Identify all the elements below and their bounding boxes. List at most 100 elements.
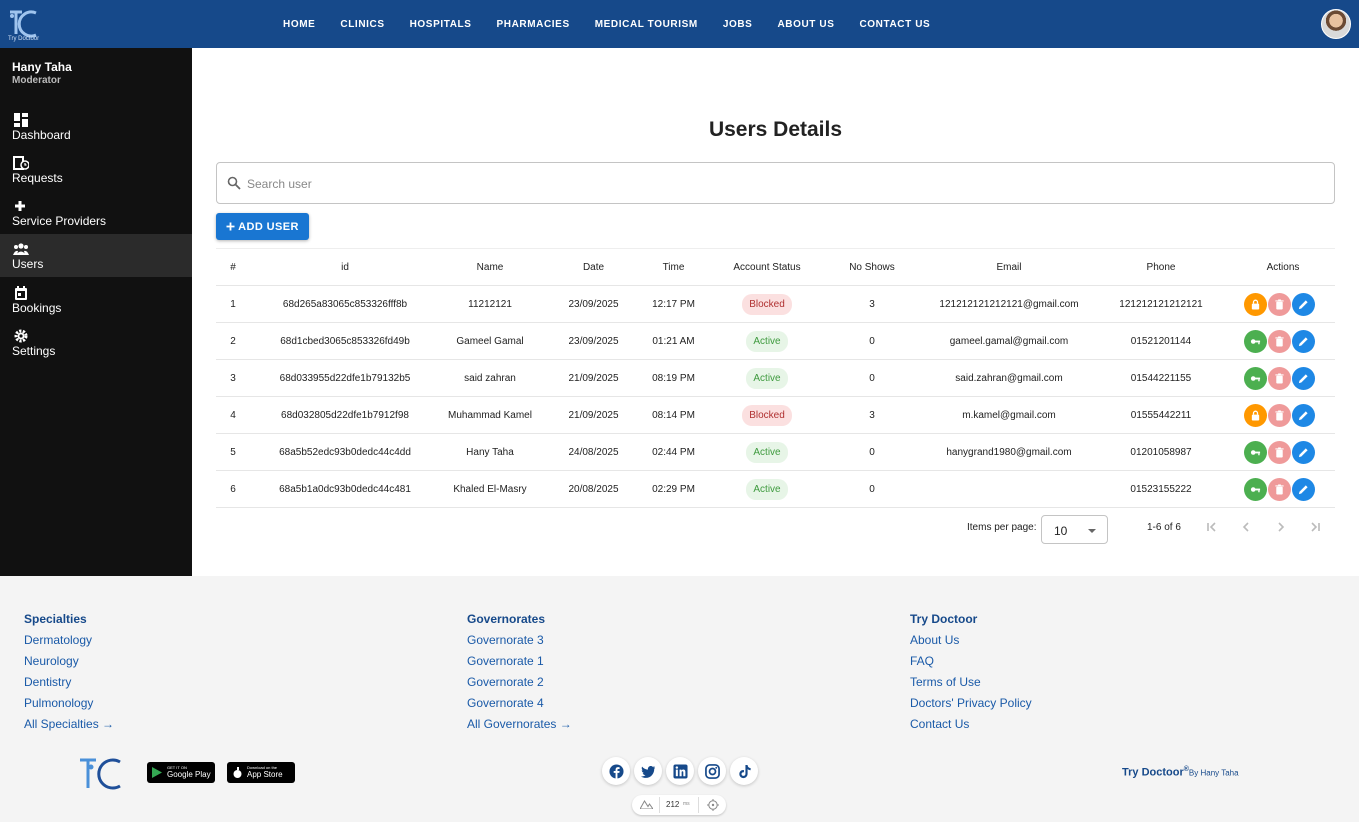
footer-link[interactable]: Governorate 3 <box>467 633 572 647</box>
block-user-button[interactable] <box>1244 367 1267 390</box>
cell-no-shows: 3 <box>869 299 875 310</box>
footer-link[interactable]: Contact Us <box>910 717 1032 731</box>
footer: Specialties Dermatology Neurology Dentis… <box>0 576 1359 822</box>
sidebar-user-role: Moderator <box>12 75 61 86</box>
footer-link[interactable]: Pulmonology <box>24 696 114 710</box>
delete-user-button[interactable] <box>1268 441 1291 464</box>
cell-email: hanygrand1980@gmail.com <box>946 447 1072 458</box>
block-user-button[interactable] <box>1244 441 1267 464</box>
footer-link[interactable]: Doctors' Privacy Policy <box>910 696 1032 710</box>
status-badge: Active <box>746 331 788 352</box>
cell-date: 23/09/2025 <box>568 336 619 347</box>
nav-about-us[interactable]: ABOUT US <box>777 19 834 30</box>
unblock-user-button[interactable] <box>1244 404 1267 427</box>
avatar[interactable] <box>1321 9 1351 39</box>
cell-phone: 01201058987 <box>1130 447 1192 458</box>
sidebar-item-dashboard[interactable]: Dashboard <box>0 105 192 148</box>
cell-date: 21/09/2025 <box>568 410 619 421</box>
sidebar-item-service-providers[interactable]: Service Providers <box>0 191 192 234</box>
sidebar-item-settings[interactable]: Settings <box>0 321 192 364</box>
twitter-link[interactable] <box>634 757 662 785</box>
add-user-label: ADD USER <box>238 220 299 233</box>
sidebar-item-users[interactable]: Users <box>0 234 192 277</box>
google-play-badge[interactable]: GET IT ON Google Play <box>147 762 215 783</box>
top-navbar: Try Doctoor HOME CLINICS HOSPITALS PHARM… <box>0 0 1359 48</box>
instagram-link[interactable] <box>698 757 726 785</box>
delete-user-button[interactable] <box>1268 478 1291 501</box>
nav-medical-tourism[interactable]: MEDICAL TOURISM <box>595 19 698 30</box>
search-input[interactable] <box>247 173 1307 195</box>
nav-jobs[interactable]: JOBS <box>723 19 753 30</box>
linkedin-link[interactable] <box>666 757 694 785</box>
footer-link[interactable]: Governorate 2 <box>467 675 572 689</box>
sidebar-item-requests[interactable]: Requests <box>0 148 192 191</box>
edit-user-button[interactable] <box>1292 478 1315 501</box>
row-actions <box>1244 323 1324 360</box>
cell-id: 68d033955d22dfe1b79132b5 <box>279 373 411 384</box>
trash-icon <box>1275 447 1284 458</box>
footer-brand: Try Doctoor®By Hany Taha <box>1122 766 1239 779</box>
previous-page-icon[interactable] <box>1239 520 1253 534</box>
facebook-icon <box>608 763 624 779</box>
footer-link[interactable]: Dermatology <box>24 633 114 647</box>
items-per-page-select[interactable]: 10 <box>1041 515 1108 544</box>
google-play-big: Google Play <box>167 770 211 779</box>
trash-icon <box>1275 299 1284 310</box>
block-user-button[interactable] <box>1244 330 1267 353</box>
delete-user-button[interactable] <box>1268 404 1291 427</box>
edit-user-button[interactable] <box>1292 367 1315 390</box>
google-play-icon <box>152 767 162 778</box>
status-badge: Blocked <box>742 294 792 315</box>
cell-time: 02:29 PM <box>652 484 695 495</box>
sidebar-item-label: Service Providers <box>12 214 107 228</box>
edit-user-button[interactable] <box>1292 441 1315 464</box>
cell-phone: 121212121212121 <box>1119 299 1203 310</box>
nav-hospitals[interactable]: HOSPITALS <box>410 19 472 30</box>
footer-link-all-specialties[interactable]: All Specialties → <box>24 717 114 731</box>
cell-no-shows: 0 <box>869 336 875 347</box>
plus-icon <box>15 201 25 211</box>
cell-date: 24/08/2025 <box>568 447 619 458</box>
pencil-icon <box>1298 411 1308 421</box>
nav-clinics[interactable]: CLINICS <box>340 19 384 30</box>
footer-link[interactable]: About Us <box>910 633 1032 647</box>
devtools-badge[interactable]: 212 ms <box>632 795 726 815</box>
edit-user-button[interactable] <box>1292 293 1315 316</box>
add-user-button[interactable]: ADD USER <box>216 213 309 240</box>
devtools-unit: ms <box>683 801 690 807</box>
sidebar-item-bookings[interactable]: Bookings <box>0 278 192 321</box>
next-page-icon[interactable] <box>1274 520 1288 534</box>
footer-link[interactable]: Neurology <box>24 654 114 668</box>
lock-icon <box>1251 299 1260 310</box>
footer-link[interactable]: Terms of Use <box>910 675 1032 689</box>
delete-user-button[interactable] <box>1268 367 1291 390</box>
tiktok-link[interactable] <box>730 757 758 785</box>
unblock-user-button[interactable] <box>1244 293 1267 316</box>
block-user-button[interactable] <box>1244 478 1267 501</box>
col-header-actions: Actions <box>1266 262 1300 273</box>
sidebar-item-label: Users <box>12 257 44 271</box>
footer-link[interactable]: Governorate 4 <box>467 696 572 710</box>
page-range: 1-6 of 6 <box>1147 522 1181 533</box>
cell-phone: 01544221155 <box>1130 373 1192 384</box>
nav-contact-us[interactable]: CONTACT US <box>859 19 930 30</box>
facebook-link[interactable] <box>602 757 630 785</box>
nav-pharmacies[interactable]: PHARMACIES <box>497 19 570 30</box>
first-page-icon[interactable] <box>1205 520 1219 534</box>
footer-link[interactable]: FAQ <box>910 654 1032 668</box>
edit-user-button[interactable] <box>1292 404 1315 427</box>
table-row: 1 68d265a83065c853326fff8b 11212121 23/09/2… <box>216 286 1335 323</box>
app-store-badge[interactable]: Download on the App Store <box>227 762 295 783</box>
footer-link-all-governorates[interactable]: All Governorates → <box>467 717 572 731</box>
footer-link[interactable]: Dentistry <box>24 675 114 689</box>
cell-id: 68a5b52edc93b0dedc44c4dd <box>279 447 411 458</box>
edit-user-button[interactable] <box>1292 330 1315 353</box>
footer-logo[interactable] <box>78 754 126 792</box>
last-page-icon[interactable] <box>1308 520 1322 534</box>
delete-user-button[interactable] <box>1268 330 1291 353</box>
nav-home[interactable]: HOME <box>283 19 315 30</box>
footer-link[interactable]: Governorate 1 <box>467 654 572 668</box>
cell-time: 08:14 PM <box>652 410 695 421</box>
delete-user-button[interactable] <box>1268 293 1291 316</box>
cell-email <box>924 471 1094 508</box>
